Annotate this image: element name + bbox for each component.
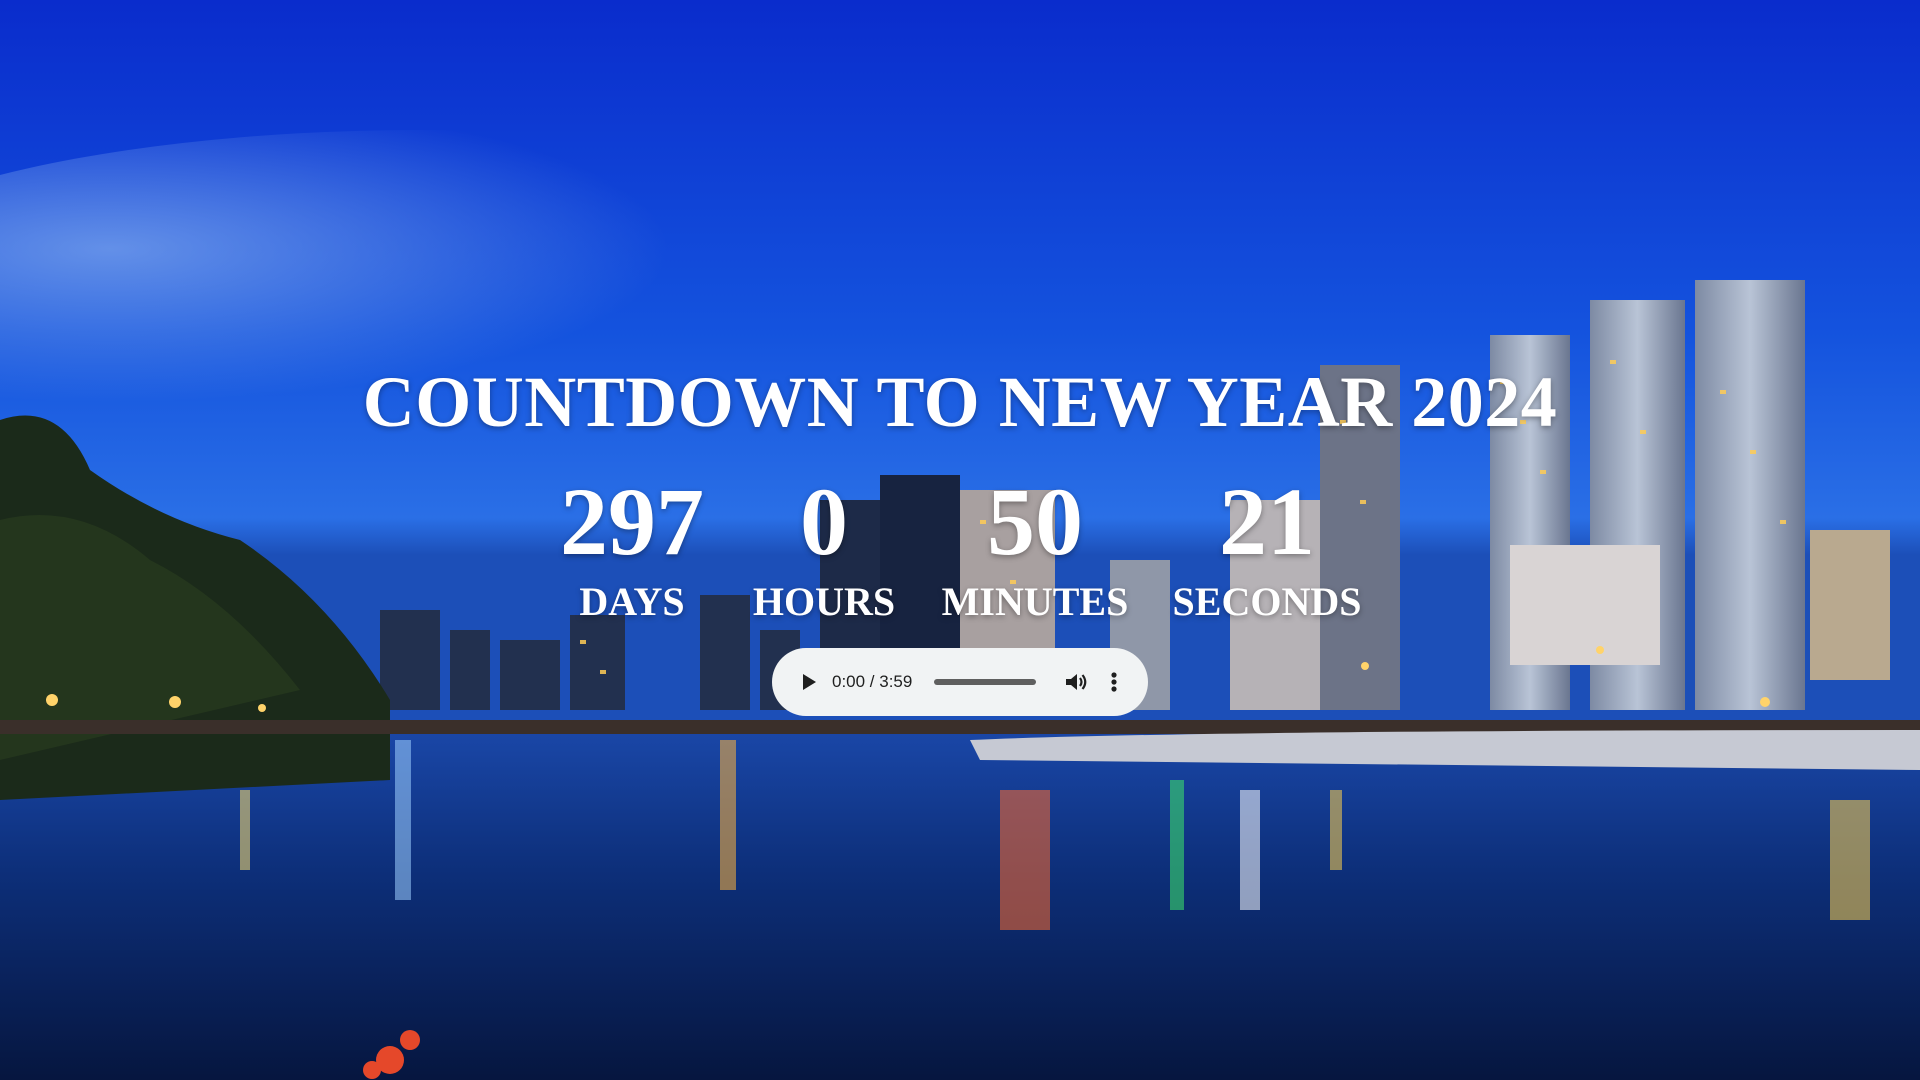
days-label: DAYS [579,579,685,624]
countdown-hours: 0 HOURS [724,472,924,624]
countdown-minutes: 50 MINUTES [935,472,1135,624]
seconds-label: SECONDS [1172,579,1362,624]
days-value: 297 [560,468,704,575]
seconds-value: 21 [1219,468,1315,575]
hours-label: HOURS [752,579,896,624]
countdown-seconds: 21 SECONDS [1167,472,1367,624]
countdown-timer: 297 DAYS 0 HOURS 50 MINUTES 21 SECONDS [0,472,1920,632]
more-options-icon[interactable] [1102,668,1126,696]
page-title: COUNTDOWN TO NEW YEAR 2024 [362,362,1558,442]
countdown-days: 297 DAYS [532,472,732,624]
hours-value: 0 [800,468,848,575]
countdown-page: COUNTDOWN TO NEW YEAR 2024 297 DAYS 0 HO… [0,0,1920,1080]
audio-player[interactable]: 0:00 / 3:59 [772,648,1148,716]
minutes-label: MINUTES [941,579,1129,624]
audio-time: 0:00 / 3:59 [832,672,913,691]
play-icon[interactable] [794,668,822,696]
minutes-value: 50 [987,468,1083,575]
audio-progress-slider[interactable] [934,679,1036,685]
volume-icon[interactable] [1062,668,1090,696]
